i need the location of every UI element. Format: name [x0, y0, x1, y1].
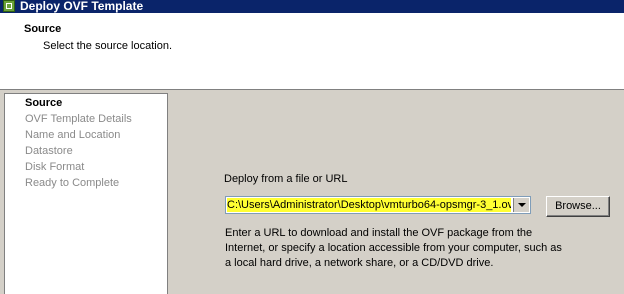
source-path-input[interactable]: C:\Users\Administrator\Desktop\vmturbo64…	[227, 198, 511, 212]
window-title: Deploy OVF Template	[20, 0, 144, 13]
dropdown-arrow-icon[interactable]	[513, 198, 529, 212]
source-help-text: Enter a URL to download and install the …	[225, 227, 562, 269]
title-bar[interactable]: Deploy OVF Template	[0, 0, 624, 13]
browse-button[interactable]: Browse...	[546, 196, 610, 217]
step-name-and-location[interactable]: Name and Location	[25, 129, 120, 141]
step-disk-format[interactable]: Disk Format	[25, 161, 84, 173]
page-title: Source	[24, 23, 62, 35]
page-subtitle: Select the source location.	[43, 40, 173, 52]
wizard-steps-nav: Source OVF Template Details Name and Loc…	[4, 93, 168, 294]
app-icon	[3, 0, 15, 12]
source-path-combobox[interactable]: C:\Users\Administrator\Desktop\vmturbo64…	[225, 196, 531, 214]
deploy-from-label: Deploy from a file or URL	[224, 173, 348, 185]
step-source[interactable]: Source	[25, 97, 62, 109]
step-datastore[interactable]: Datastore	[25, 145, 73, 157]
step-ovf-template-details[interactable]: OVF Template Details	[25, 113, 132, 125]
page-header: Source Select the source location.	[0, 13, 624, 90]
main-content: Deploy from a file or URL C:\Users\Admin…	[170, 90, 624, 293]
step-ready-to-complete[interactable]: Ready to Complete	[25, 177, 119, 189]
